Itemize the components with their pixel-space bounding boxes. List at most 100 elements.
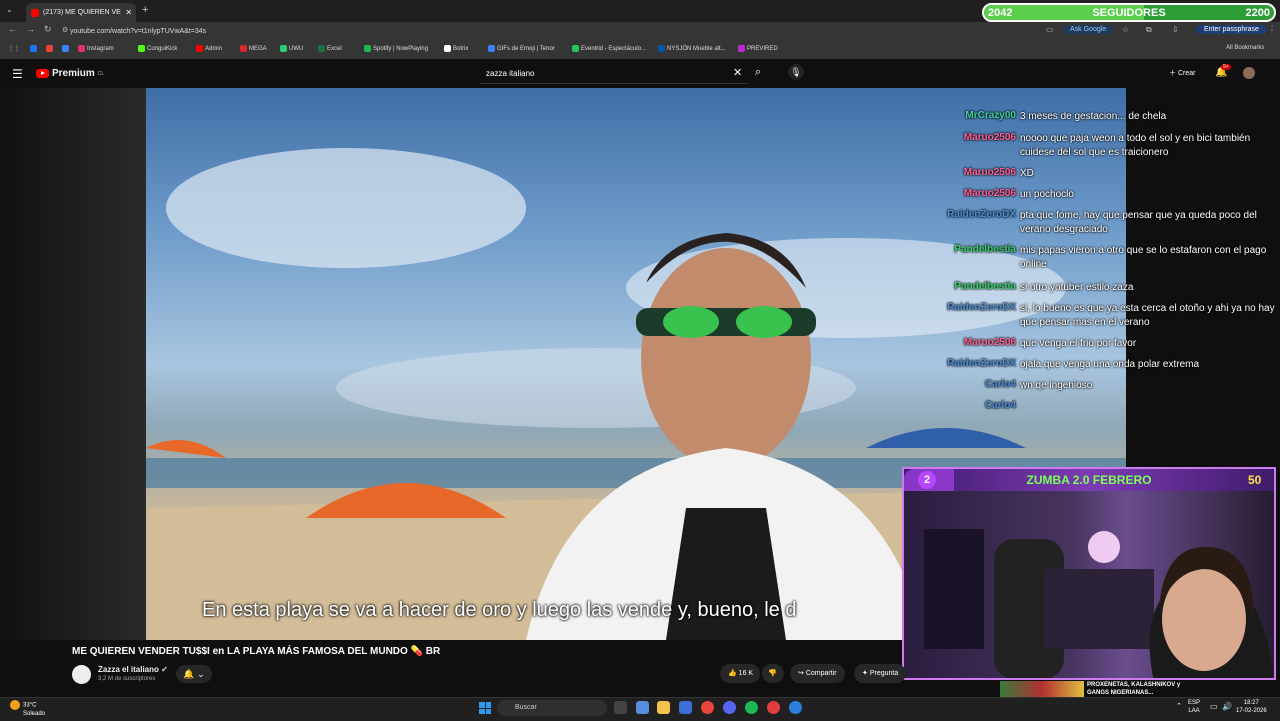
bookmark-facebook-icon[interactable] [30,45,37,52]
store-icon[interactable] [679,701,692,714]
ask-button[interactable]: ✦ Pregunta [854,664,907,683]
chat-message: Pandelbestia mis papas vieron a otro que … [918,244,1278,272]
app-icon[interactable] [789,701,802,714]
site-info-icon[interactable]: ⚙ [62,26,68,34]
chevron-down-icon: ⌄ [197,669,205,679]
bookmark-item[interactable]: GIFs de Emoji | Tenor [488,45,555,52]
avatar[interactable] [1243,67,1255,79]
chat-username[interactable]: Maruo2506 [918,167,1016,181]
tray-chevron-icon[interactable]: ⌃ [1176,702,1182,710]
chat-username[interactable]: RaidenZeroDX [918,302,1016,330]
bookmark-item[interactable]: ConguiKick [138,45,177,52]
spotify-icon[interactable] [745,701,758,714]
chat-text: un pochoclo [1020,189,1074,200]
bookmark-item[interactable]: Instagram [78,45,114,52]
url-field[interactable]: youtube.com/watch?v=t1nlypTUVwA&t=34s [70,24,970,39]
back-icon[interactable]: ← [8,24,17,34]
chat-username[interactable]: Maruo2506 [918,188,1016,202]
create-button[interactable]: ＋ Crear [1163,65,1201,83]
dislike-button[interactable]: 👎 [762,664,784,683]
microphone-icon[interactable]: 🎙 [788,64,804,80]
discord-icon[interactable] [723,701,736,714]
chat-username[interactable]: Carlo4 [918,400,1016,411]
subscription-bell-button[interactable]: 🔔 ⌄ [176,665,212,683]
clock-date: 17-02-2026 [1236,708,1267,714]
bookmark-star-icon[interactable]: ☆ [1122,25,1129,34]
bookmark-item[interactable]: MEGA [240,45,267,52]
video-letterbox [0,88,146,640]
menu-icon[interactable]: ☰ [12,67,23,81]
browser-tab[interactable]: (2173) ME QUIEREN VENDE ✕ [26,3,136,22]
bookmark-item[interactable]: Eventrid - Espectáculo... [572,45,646,52]
forward-icon[interactable]: → [26,24,35,34]
volume-icon[interactable]: 🔊 [1222,702,1232,711]
windows-start-icon[interactable] [479,702,491,714]
weather-widget[interactable]: 33°C Soleado [10,700,45,718]
clock-time: 18:27 [1243,700,1259,706]
cast-icon[interactable]: ▭ [1046,25,1054,34]
channel-name-text: Zazza el italiano [98,665,159,674]
chat-username[interactable]: Maruo2506 [918,132,1016,160]
bookmark-favicon-icon [78,45,85,52]
bookmark-item[interactable]: Admin [196,45,222,52]
tab-close-icon[interactable]: ✕ [125,8,131,17]
chat-username[interactable]: Pandelbestia [918,281,1016,295]
share-button[interactable]: ↪ Compartir [790,664,845,683]
bookmark-item[interactable]: Botrix [444,45,468,52]
chrome-icon[interactable] [701,701,714,714]
create-label: Crear [1177,70,1196,77]
apps-icon[interactable]: ⋮⋮ [8,45,20,52]
clock[interactable]: 18:27 17-02-2026 [1236,699,1267,715]
recommended-video-title[interactable]: PROXENETAS, KALASHNIKOV y GANGS NIGERIAN… [1087,681,1197,697]
channel-avatar[interactable] [72,665,91,684]
followers-goal: 2200 [1245,6,1270,19]
chat-username[interactable]: MrCrazy00 [918,110,1016,124]
ask-google-button[interactable]: Ask Google [1064,25,1113,34]
followers-current: 2042 [988,6,1013,19]
reload-icon[interactable]: ↻ [44,24,52,35]
file-explorer-icon[interactable] [657,701,670,714]
chat-message: Maruo2506 un pochoclo [918,188,1278,202]
extensions-icon[interactable]: ⧉ [1146,25,1152,35]
bookmark-favicon-icon [738,45,745,52]
chat-text: ojala que venga una onda polar extrema [1020,359,1200,370]
chat-text: noooo que paja weon a todo el sol y en b… [1020,133,1251,158]
chat-username[interactable]: RaidenZeroDX [918,209,1016,237]
create-plus-icon: ＋ [1169,70,1178,77]
chat-message: Maruo2506 noooo que paja weon a todo el s… [918,132,1278,160]
bookmark-favicon-icon [444,45,451,52]
youtube-logo[interactable]: Premium CL [36,68,104,79]
thumbs-down-icon: 👎 [768,670,777,677]
search-input[interactable]: zazza italiano [480,63,748,84]
bookmark-item[interactable]: Excel [318,45,342,52]
bookmark-item[interactable]: Spotify | NowPlaying [364,45,428,52]
copilot-icon[interactable] [636,701,649,714]
chat-username[interactable]: Maruo2506 [918,337,1016,351]
chat-username[interactable]: Pandelbestia [918,244,1016,272]
all-bookmarks-link[interactable]: All Bookmarks [1226,45,1264,51]
task-view-icon[interactable] [614,701,627,714]
bookmark-item[interactable]: PREVIRED [738,45,778,52]
language-indicator[interactable]: ESP LAA [1188,699,1200,715]
obs-icon[interactable] [767,701,780,714]
network-icon[interactable]: ▭ [1210,702,1218,711]
chat-username[interactable]: Carlo4 [918,379,1016,393]
bookmark-item[interactable]: NYSJÖN Mueble alt... [658,45,726,52]
chat-message: RaidenZeroDX si, lo bueno es que ya esta … [918,302,1278,330]
like-button[interactable]: 👍 16 K [720,664,760,683]
bookmark-item[interactable]: UWU [280,45,303,52]
chat-username[interactable]: RaidenZeroDX [918,358,1016,372]
enter-passphrase-button[interactable]: Enter passphrase [1196,25,1267,34]
search-icon[interactable]: ⌕ [755,66,761,79]
tab-search-icon[interactable]: ⌄ [6,5,13,14]
browser-menu-icon[interactable]: ⋮ [1268,25,1276,34]
chat-message: Maruo2506 XD [918,167,1278,181]
clear-search-icon[interactable]: ✕ [733,66,742,79]
bookmark-gmail-icon[interactable] [46,45,53,52]
channel-name[interactable]: Zazza el italiano ✔ [98,665,168,674]
taskbar-search[interactable]: Buscar [497,700,607,716]
bell-icon: 🔔 [183,669,195,679]
new-tab-icon[interactable]: + [142,4,148,16]
bookmark-messenger-icon[interactable] [62,45,69,52]
downloads-icon[interactable]: ⇩ [1172,25,1179,34]
